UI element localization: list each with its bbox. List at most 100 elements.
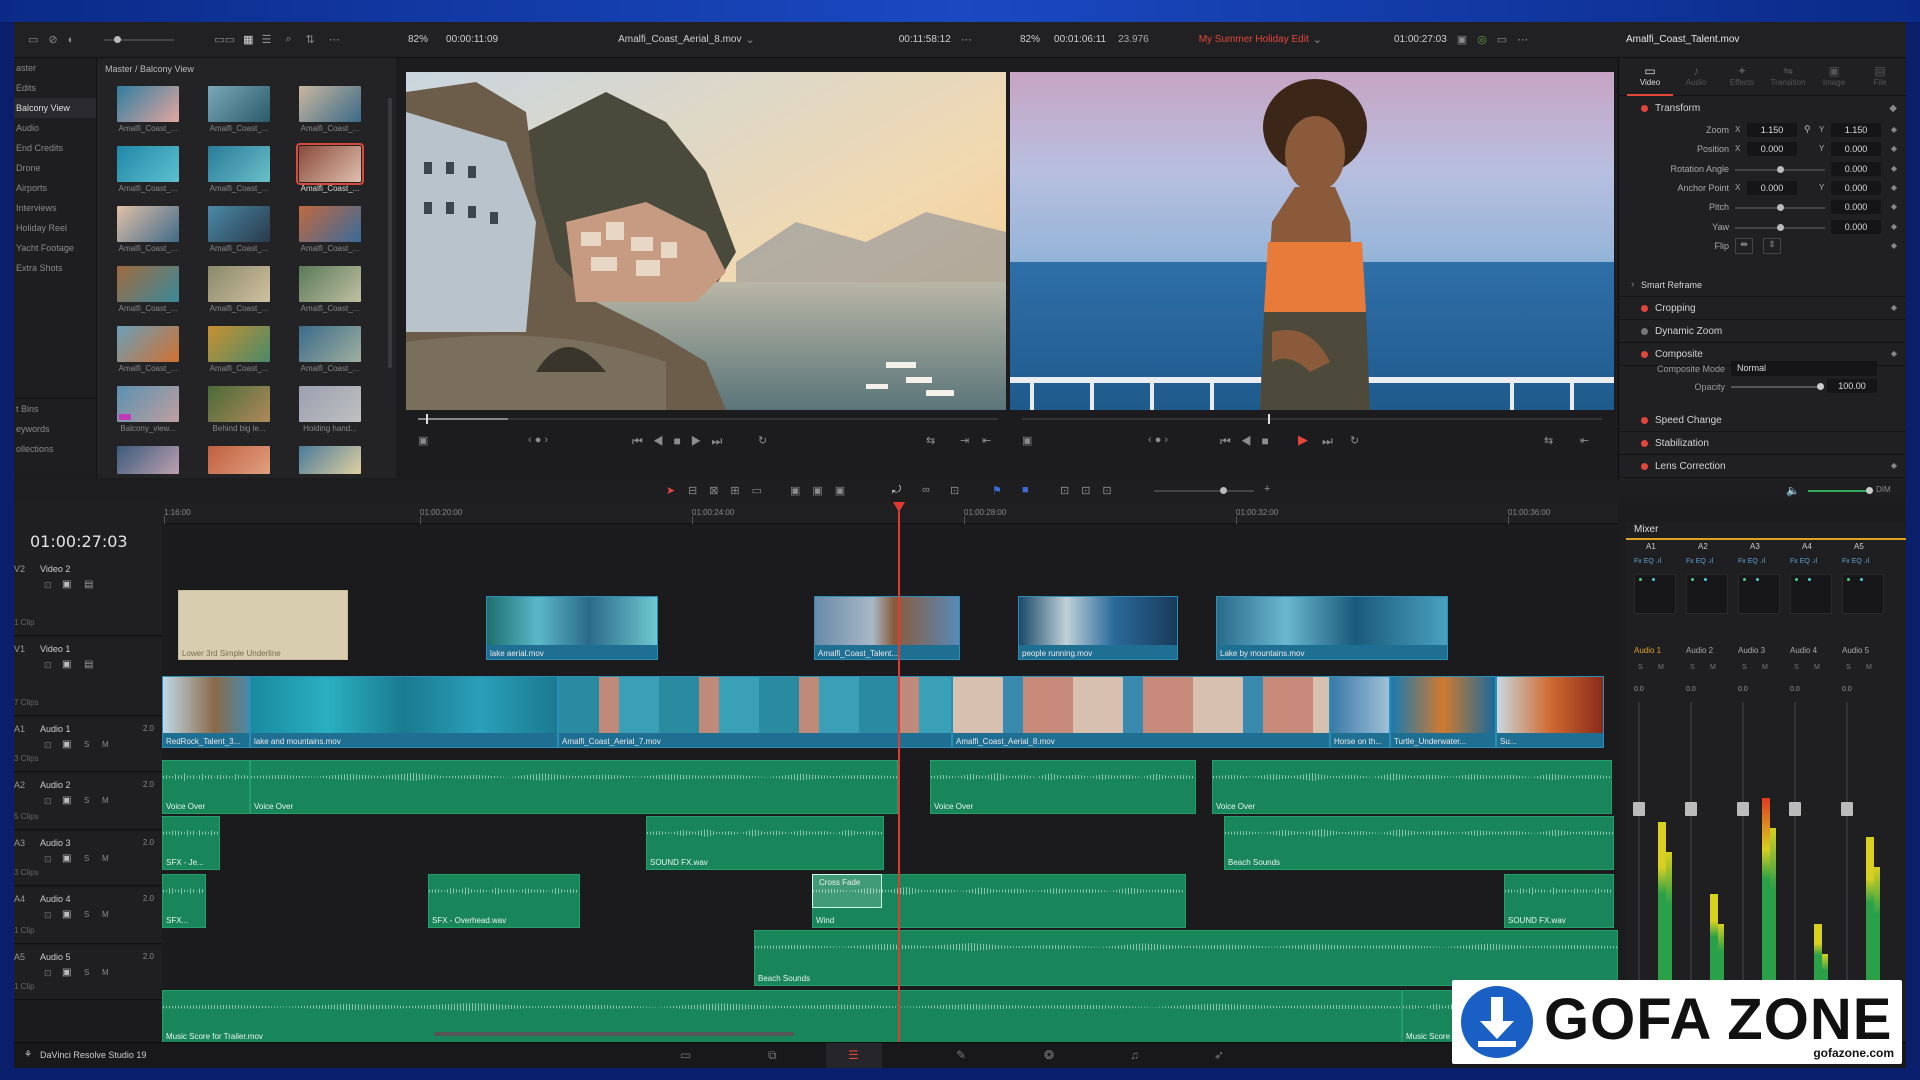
bin-item[interactable]: Balcony View	[14, 98, 96, 118]
mute-button[interactable]: M	[1710, 664, 1716, 671]
clip-thumbnail[interactable]	[117, 446, 179, 474]
track-name[interactable]: Video 1	[40, 644, 70, 654]
clip-thumbnail[interactable]	[117, 326, 179, 362]
link-icon[interactable]: ⚲	[1804, 124, 1811, 135]
bin-item[interactable]: aster	[14, 58, 96, 78]
clip-thumbnail[interactable]	[299, 206, 361, 242]
title-clip[interactable]: Lower 3rd Simple Underline	[178, 590, 348, 660]
track-name[interactable]: Video 2	[40, 564, 70, 574]
value-field[interactable]: 0.000	[1831, 200, 1881, 215]
inspector-tab-image[interactable]: ▣ Image	[1811, 58, 1857, 96]
bin-item[interactable]: Edits	[14, 78, 96, 98]
list-icon[interactable]: ☰	[261, 33, 271, 46]
mute-button[interactable]: M	[102, 796, 109, 805]
solo-button[interactable]: S	[84, 910, 89, 919]
zoom-tools[interactable]: ⊡⊡⊡	[1060, 484, 1124, 497]
visibility-icon[interactable]: ▣	[62, 795, 71, 806]
flip-horizontal-icon[interactable]: ⇹	[1735, 237, 1753, 254]
lock-icon[interactable]: ⊡	[44, 660, 52, 671]
inspector-section-lens-correction[interactable]: Lens Correction ◆	[1619, 456, 1906, 478]
deliver-page-icon[interactable]: ➶	[1214, 1048, 1224, 1062]
visibility-icon[interactable]: ▣	[62, 579, 71, 590]
inspector-tab-file[interactable]: ▤ File	[1857, 58, 1903, 96]
timeline-zoom[interactable]: 82%	[1020, 34, 1040, 45]
fader-track[interactable]	[1690, 702, 1692, 1002]
fader-handle[interactable]	[1685, 802, 1697, 816]
track-header-a2[interactable]: A2 Audio 2 2.0 ⊡ ▣ S M 5 Clips	[14, 774, 162, 830]
fader-track[interactable]	[1638, 702, 1640, 1002]
snapping-icon[interactable]: ⤾	[892, 484, 901, 497]
chevron-down-icon[interactable]: ⌄	[1313, 33, 1322, 46]
video-clip[interactable]: Turtle_Underwater...	[1390, 676, 1496, 748]
lock-icon[interactable]: ⊡	[44, 740, 52, 751]
bin-item[interactable]: Holiday Reel	[14, 218, 96, 238]
inspector-section-smart-reframe[interactable]: › Smart Reframe	[1619, 275, 1906, 297]
source-clip-name[interactable]: Amalfi_Coast_Aerial_8.mov	[618, 34, 741, 45]
composite-mode-select[interactable]: Normal	[1731, 361, 1877, 376]
track-options-icon[interactable]: ▤	[84, 659, 93, 670]
mark-out-icon[interactable]: ⇤	[982, 434, 991, 447]
source-scrubber[interactable]	[418, 414, 998, 424]
audio-clip[interactable]: Beach Sounds	[754, 930, 1618, 986]
x-field[interactable]: 0.000	[1747, 180, 1797, 195]
fairlight-page-icon[interactable]: ♫	[1130, 1048, 1139, 1062]
keyframe-icon[interactable]: ◆	[1891, 202, 1897, 211]
visibility-icon[interactable]: ▣	[62, 967, 71, 978]
lock-icon[interactable]: ⊡	[44, 854, 52, 865]
clip-thumbnail[interactable]	[208, 266, 270, 302]
inspector-section-dynamic-zoom[interactable]: Dynamic Zoom	[1619, 321, 1906, 343]
keyframe-icon[interactable]: ◆	[1891, 144, 1897, 153]
metadata-icon[interactable]: ◐	[68, 34, 75, 46]
clip-thumbnail[interactable]	[299, 446, 361, 474]
solo-button[interactable]: S	[84, 740, 89, 749]
track-name[interactable]: Audio 3	[40, 838, 71, 848]
flip-vertical-icon[interactable]: ⇳	[1763, 237, 1781, 254]
match-frame-icon[interactable]: ⇆	[926, 434, 935, 447]
clip-thumbnail[interactable]	[208, 86, 270, 122]
more-options-icon[interactable]: ⋯	[329, 33, 340, 46]
lock-icon[interactable]: ⊡	[44, 580, 52, 591]
speaker-icon[interactable]: 🔈	[1786, 484, 1800, 497]
track-header-a3[interactable]: A3 Audio 3 2.0 ⊡ ▣ S M 3 Clips	[14, 832, 162, 886]
audio-clip[interactable]: SOUND FX.wav	[646, 816, 884, 870]
solo-button[interactable]: S	[1638, 664, 1643, 671]
clip-thumbnail[interactable]	[208, 146, 270, 182]
visibility-icon[interactable]: ▣	[62, 739, 71, 750]
insert-tools[interactable]: ▣▣▣	[790, 484, 857, 497]
mute-button[interactable]: M	[1658, 664, 1664, 671]
track-header-v2[interactable]: V2 Video 2 ⊡ ▣ ▤ 1 Clip	[14, 558, 162, 636]
fader-handle[interactable]	[1789, 802, 1801, 816]
value-field[interactable]: 0.000	[1831, 161, 1881, 176]
inspector-section-cropping[interactable]: Cropping ◆	[1619, 298, 1906, 320]
video-clip[interactable]: Su...	[1496, 676, 1604, 748]
video-clip[interactable]: Amalfi_Coast_Aerial_7.mov	[558, 676, 952, 748]
mute-button[interactable]: M	[102, 910, 109, 919]
viewer-options-icon[interactable]: ▣	[1457, 33, 1467, 46]
inspector-tab-video[interactable]: ▭ Video	[1627, 58, 1673, 96]
inspector-section-stabilization[interactable]: Stabilization	[1619, 433, 1906, 455]
smart-bin-item[interactable]: eywords	[14, 419, 96, 439]
smart-bin-item[interactable]: t Bins	[14, 399, 96, 419]
bin-item[interactable]: Drone	[14, 158, 96, 178]
fx-eq-icons[interactable]: Fx EQ .ıl	[1686, 558, 1713, 565]
bin-item[interactable]: Interviews	[14, 198, 96, 218]
x-field[interactable]: 0.000	[1747, 142, 1797, 157]
lock-icon[interactable]: ⊡	[950, 484, 959, 497]
view-options-icon[interactable]: ▣	[418, 434, 428, 447]
video-clip[interactable]: lake aerial.mov	[486, 596, 658, 660]
loop-icon[interactable]: ↻	[758, 434, 767, 447]
fader-handle[interactable]	[1841, 802, 1853, 816]
video-clip[interactable]: lake and mountains.mov	[250, 676, 558, 748]
inspector-section-speed-change[interactable]: Speed Change	[1619, 410, 1906, 432]
video-clip[interactable]: Amalfi_Coast_Talent...	[814, 596, 960, 660]
source-viewer-image[interactable]	[406, 72, 1006, 410]
clip-thumbnail[interactable]	[117, 266, 179, 302]
clip-thumbnail[interactable]	[299, 386, 361, 422]
bin-item[interactable]: Audio	[14, 118, 96, 138]
more-options-icon[interactable]: ⋯	[1517, 33, 1528, 46]
chevron-down-icon[interactable]: ⌄	[746, 33, 755, 46]
play-icon[interactable]: ▶	[1298, 432, 1308, 448]
match-frame-icon[interactable]: ⇆	[1544, 434, 1553, 447]
clip-thumbnail[interactable]	[208, 446, 270, 474]
mute-button[interactable]: M	[1762, 664, 1768, 671]
